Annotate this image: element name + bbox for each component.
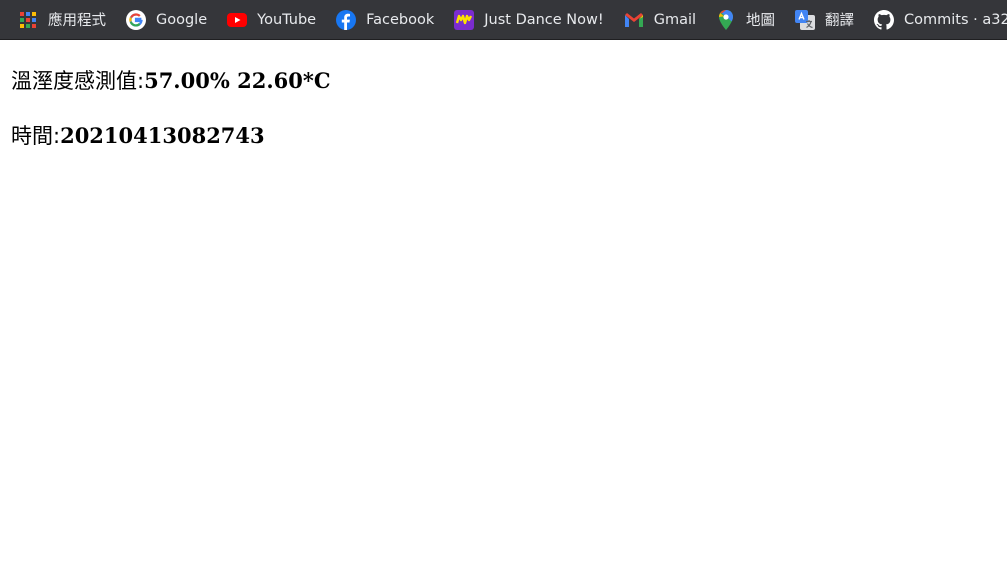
page-content: 溫溼度感測值:57.00% 22.60*C 時間:20210413082743 <box>11 66 331 176</box>
just-dance-now-icon <box>454 9 475 30</box>
bookmark-label: Gmail <box>653 11 697 28</box>
bookmarks-bar: 應用程式 Google YouTube Facebook Just Dance … <box>0 0 1007 40</box>
bookmark-label: 翻譯 <box>825 13 855 29</box>
youtube-icon <box>227 10 248 30</box>
bookmark-label: YouTube <box>257 11 317 28</box>
bookmark-just-dance-now[interactable]: Just Dance Now! <box>454 6 604 34</box>
time-reading: 時間:20210413082743 <box>11 121 331 151</box>
bookmark-label: Facebook <box>366 11 435 28</box>
bookmark-label: 應用程式 <box>48 13 106 29</box>
bookmark-apps[interactable]: 應用程式 <box>18 6 106 34</box>
github-icon <box>874 9 895 30</box>
bookmark-label: Google <box>156 11 208 28</box>
gmail-icon <box>624 10 644 30</box>
bookmark-gmail[interactable]: Gmail <box>624 6 696 34</box>
bookmark-translate[interactable]: 翻譯 <box>795 6 854 34</box>
bookmark-maps[interactable]: 地圖 <box>716 6 775 34</box>
sensor-label: 溫溼度感測值: <box>11 69 145 93</box>
translate-icon <box>795 9 816 30</box>
apps-grid-icon <box>18 10 38 30</box>
bookmark-github-commits[interactable]: Commits · a32 <box>874 6 1007 34</box>
sensor-value: 57.00% 22.60*C <box>144 68 331 93</box>
bookmark-label: Commits · a32 <box>904 11 1007 28</box>
bookmark-youtube[interactable]: YouTube <box>227 6 316 34</box>
bookmark-label: 地圖 <box>746 13 776 29</box>
bookmark-label: Just Dance Now! <box>484 11 604 28</box>
time-label: 時間: <box>11 124 61 148</box>
google-icon <box>126 9 146 30</box>
facebook-icon <box>336 9 357 30</box>
time-value: 20210413082743 <box>60 123 265 148</box>
bookmark-google[interactable]: Google <box>126 6 207 34</box>
sensor-reading: 溫溼度感測值:57.00% 22.60*C <box>11 66 331 96</box>
maps-pin-icon <box>716 9 736 30</box>
bookmark-facebook[interactable]: Facebook <box>336 6 434 34</box>
